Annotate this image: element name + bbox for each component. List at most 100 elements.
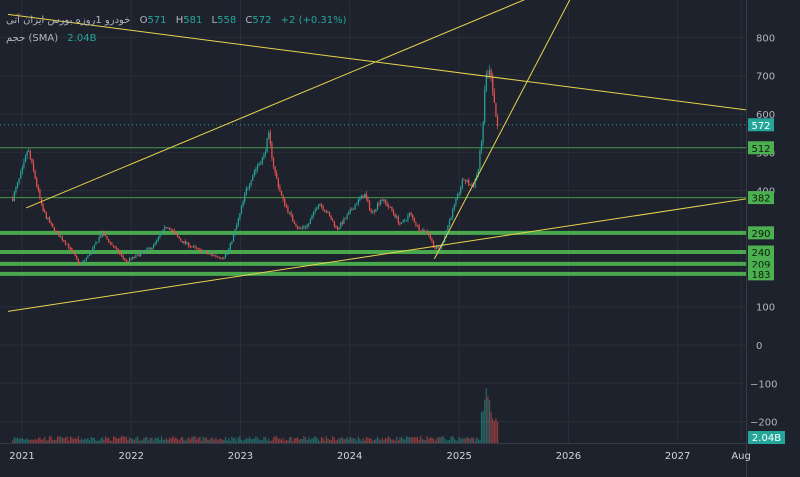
volume-tick-label: −100 bbox=[750, 379, 777, 390]
candle-body bbox=[309, 219, 311, 224]
candle-body bbox=[26, 151, 28, 156]
volume-bar bbox=[495, 418, 497, 443]
candle-body bbox=[269, 132, 271, 144]
candle-body bbox=[114, 247, 116, 248]
volume-bar bbox=[336, 439, 339, 443]
volume-bar bbox=[332, 436, 334, 443]
candle-body bbox=[29, 151, 31, 159]
candle-body bbox=[325, 211, 327, 213]
price-chart[interactable]: 400500600700800−200−10001005123822902402… bbox=[0, 0, 800, 477]
volume-bar bbox=[378, 438, 380, 443]
volume-bar bbox=[240, 439, 243, 443]
volume-bar bbox=[52, 439, 54, 443]
volume-bar bbox=[490, 411, 492, 443]
candle-body bbox=[112, 245, 115, 248]
volume-bar bbox=[303, 436, 305, 443]
candle-body bbox=[303, 227, 305, 229]
volume-bar bbox=[344, 438, 347, 443]
volume-bar bbox=[80, 438, 83, 443]
volume-bar bbox=[228, 438, 230, 443]
level-tag-label: 240 bbox=[751, 248, 770, 259]
candle-body bbox=[202, 251, 204, 253]
volume-bar bbox=[360, 440, 363, 443]
volume-legend: حجم (SMA) 2.04B bbox=[6, 30, 347, 48]
candle-body bbox=[359, 198, 361, 200]
candle-body bbox=[76, 255, 78, 259]
volume-bar bbox=[221, 439, 223, 443]
candle-body bbox=[394, 213, 396, 218]
candle-body bbox=[237, 218, 239, 226]
candle-body bbox=[319, 204, 321, 206]
symbol-name: خودرو 1روزه بورس ایران آتی bbox=[6, 15, 131, 26]
volume-bar bbox=[60, 436, 62, 443]
volume-bar bbox=[55, 439, 57, 443]
candle-body bbox=[98, 237, 100, 243]
candle-body bbox=[45, 212, 47, 219]
volume-bar bbox=[456, 440, 459, 443]
volume-bar bbox=[407, 436, 409, 443]
candle-body bbox=[218, 256, 220, 258]
volume-bar bbox=[322, 437, 324, 443]
candle-body bbox=[180, 238, 182, 242]
candle-body bbox=[96, 242, 99, 243]
candle-body bbox=[63, 240, 65, 242]
volume-bar bbox=[418, 440, 420, 443]
volume-bar bbox=[119, 437, 121, 443]
volume-bar bbox=[252, 439, 254, 443]
candle-body bbox=[184, 241, 187, 244]
volume-bar bbox=[351, 438, 353, 443]
volume-bar bbox=[127, 440, 129, 443]
candle-body bbox=[136, 254, 139, 256]
volume-bar bbox=[424, 440, 427, 443]
volume-bar bbox=[202, 436, 204, 443]
volume-bar bbox=[365, 436, 367, 443]
volume-bar bbox=[468, 437, 470, 443]
volume-bar bbox=[253, 438, 255, 443]
candle-body bbox=[460, 187, 462, 194]
candle-body bbox=[287, 206, 289, 213]
candle-body bbox=[463, 179, 465, 181]
volume-bar bbox=[314, 436, 316, 443]
candle-body bbox=[186, 242, 188, 244]
candle-body bbox=[13, 192, 15, 201]
candle-body bbox=[135, 255, 137, 258]
volume-bar bbox=[444, 438, 446, 443]
candle-body bbox=[220, 257, 222, 259]
open-value: 571 bbox=[147, 15, 167, 26]
candle-body bbox=[31, 158, 33, 163]
candle-body bbox=[181, 241, 183, 243]
candle-body bbox=[44, 210, 46, 213]
candle-body bbox=[106, 236, 108, 240]
candle-body bbox=[479, 150, 481, 169]
candle-body bbox=[495, 102, 497, 117]
candle-body bbox=[72, 251, 75, 254]
volume-bar bbox=[148, 440, 150, 443]
volume-bar bbox=[160, 436, 163, 443]
candle-body bbox=[143, 251, 145, 253]
candle-body bbox=[48, 217, 51, 223]
candle-body bbox=[268, 132, 270, 139]
volume-bar bbox=[71, 437, 73, 443]
candle-body bbox=[372, 211, 374, 212]
candle-body bbox=[138, 254, 140, 257]
candle-body bbox=[132, 256, 134, 259]
candle-body bbox=[266, 138, 268, 152]
candle-body bbox=[311, 215, 313, 220]
volume-bar bbox=[116, 438, 118, 443]
low-value: 558 bbox=[217, 15, 237, 26]
volume-bar bbox=[445, 440, 447, 443]
volume-bar bbox=[149, 438, 151, 443]
volume-bar bbox=[95, 440, 97, 443]
volume-bar bbox=[372, 440, 374, 443]
candle-body bbox=[109, 242, 111, 244]
volume-bar bbox=[114, 436, 116, 443]
candle-body bbox=[103, 231, 105, 236]
volume-bar bbox=[207, 439, 209, 443]
volume-bar bbox=[400, 436, 403, 443]
candle-body bbox=[392, 210, 395, 214]
volume-bar bbox=[453, 438, 455, 443]
candle-body bbox=[456, 194, 459, 199]
volume-bar bbox=[176, 439, 179, 443]
candle-body bbox=[79, 263, 81, 265]
candle-body bbox=[205, 251, 207, 254]
